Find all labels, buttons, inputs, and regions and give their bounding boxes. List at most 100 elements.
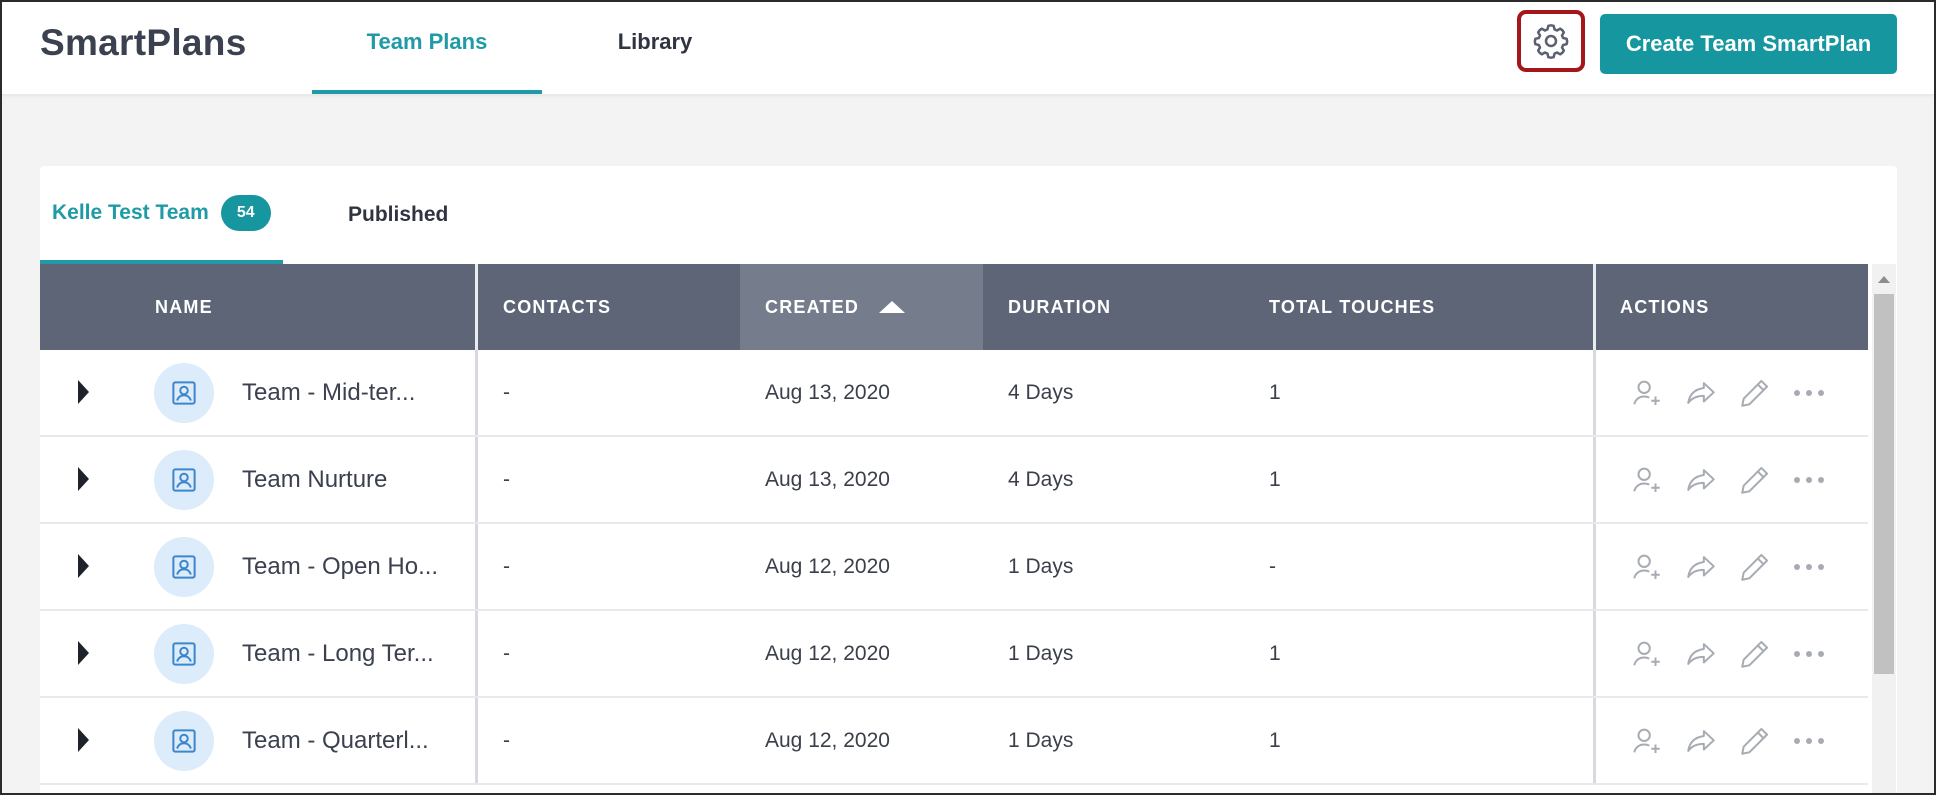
created-value: Aug 12, 2020 [765,728,890,752]
team-plan-icon [154,711,214,771]
plan-name[interactable]: Team - Quarterl... [242,698,429,783]
column-divider [475,264,478,350]
touches-value: 1 [1269,641,1281,665]
table-row[interactable]: Team Nurture - Aug 13, 2020 4 Days 1 [40,437,1868,524]
duration-value: 1 Days [1008,641,1074,665]
column-created[interactable]: CREATED [740,264,983,350]
column-divider [1593,611,1596,696]
contacts-value: - [503,467,510,491]
column-divider [1593,698,1596,783]
share-icon[interactable] [1674,460,1728,500]
add-contact-icon[interactable] [1620,721,1674,761]
column-divider [475,350,478,435]
gear-icon [1533,24,1569,59]
column-divider [475,698,478,783]
plan-name[interactable]: Team - Open Ho... [242,524,438,609]
expand-caret-icon[interactable] [78,728,89,752]
column-duration[interactable]: DURATION [1008,264,1111,350]
edit-pencil-icon[interactable] [1728,634,1782,674]
column-divider [1593,350,1596,435]
created-value: Aug 12, 2020 [765,641,890,665]
row-actions [1620,611,1836,696]
subtab-team[interactable]: Kelle Test Team 54 [40,166,283,264]
scroll-thumb[interactable] [1874,294,1894,674]
expand-caret-icon[interactable] [78,554,89,578]
more-dots-icon[interactable] [1782,547,1836,587]
column-actions: ACTIONS [1620,296,1710,317]
count-badge: 54 [220,195,271,231]
top-header: SmartPlans Team Plans Library Create Tea… [0,0,1936,94]
add-contact-icon[interactable] [1620,460,1674,500]
plan-name[interactable]: Team - Mid-ter... [242,350,415,435]
duration-value: 4 Days [1008,467,1074,491]
plans-table: NAME CONTACTS CREATED DURATION TOTAL TOU… [40,264,1868,785]
team-plan-icon [154,537,214,597]
row-actions [1620,437,1836,522]
edit-pencil-icon[interactable] [1728,721,1782,761]
scrollbar[interactable] [1872,264,1896,795]
expand-caret-icon[interactable] [78,467,89,491]
more-dots-icon[interactable] [1782,634,1836,674]
edit-pencil-icon[interactable] [1728,460,1782,500]
column-divider [1593,437,1596,522]
team-plan-icon [154,624,214,684]
table-header: NAME CONTACTS CREATED DURATION TOTAL TOU… [40,264,1868,350]
column-divider [475,437,478,522]
touches-value: 1 [1269,467,1281,491]
table-row[interactable]: Team - Mid-ter... - Aug 13, 2020 4 Days … [40,350,1868,437]
team-plan-icon [154,363,214,423]
column-contacts[interactable]: CONTACTS [503,264,611,350]
edit-pencil-icon[interactable] [1728,373,1782,413]
table-row[interactable]: Team - Long Ter... - Aug 12, 2020 1 Days… [40,611,1868,698]
column-created-label: CREATED [765,296,860,317]
row-actions [1620,698,1836,783]
created-value: Aug 13, 2020 [765,467,890,491]
contacts-value: - [503,380,510,404]
share-icon[interactable] [1674,373,1728,413]
settings-button[interactable] [1517,10,1585,72]
add-contact-icon[interactable] [1620,634,1674,674]
create-team-smartplan-button[interactable]: Create Team SmartPlan [1600,14,1897,74]
duration-value: 1 Days [1008,728,1074,752]
share-icon[interactable] [1674,634,1728,674]
expand-caret-icon[interactable] [78,380,89,404]
column-divider [1593,264,1596,350]
touches-value: 1 [1269,380,1281,404]
table-row[interactable]: Team - Open Ho... - Aug 12, 2020 1 Days … [40,524,1868,611]
column-divider [1593,524,1596,609]
table-row[interactable]: Team - Quarterl... - Aug 12, 2020 1 Days… [40,698,1868,785]
contacts-value: - [503,641,510,665]
tab-library[interactable]: Library [580,0,730,94]
more-dots-icon[interactable] [1782,721,1836,761]
more-dots-icon[interactable] [1782,460,1836,500]
touches-value: - [1269,554,1276,578]
column-total-touches[interactable]: TOTAL TOUCHES [1269,264,1435,350]
subtab-published[interactable]: Published [348,166,448,264]
column-name[interactable]: NAME [155,264,213,350]
plan-name[interactable]: Team Nurture [242,437,387,522]
created-value: Aug 13, 2020 [765,380,890,404]
column-divider [475,524,478,609]
duration-value: 1 Days [1008,554,1074,578]
subtab-team-label: Kelle Test Team [52,201,209,224]
expand-caret-icon[interactable] [78,641,89,665]
add-contact-icon[interactable] [1620,547,1674,587]
contacts-value: - [503,554,510,578]
add-contact-icon[interactable] [1620,373,1674,413]
share-icon[interactable] [1674,721,1728,761]
plan-name[interactable]: Team - Long Ter... [242,611,434,696]
team-plan-icon [154,450,214,510]
table-body: Team - Mid-ter... - Aug 13, 2020 4 Days … [40,350,1868,785]
edit-pencil-icon[interactable] [1728,547,1782,587]
row-actions [1620,524,1836,609]
app-title: SmartPlans [40,22,247,63]
row-actions [1620,350,1836,435]
tab-team-plans[interactable]: Team Plans [312,0,542,94]
share-icon[interactable] [1674,547,1728,587]
touches-value: 1 [1269,728,1281,752]
more-dots-icon[interactable] [1782,373,1836,413]
contacts-value: - [503,728,510,752]
scroll-up-arrow[interactable] [1878,276,1890,283]
created-value: Aug 12, 2020 [765,554,890,578]
sort-ascending-icon [879,301,906,313]
